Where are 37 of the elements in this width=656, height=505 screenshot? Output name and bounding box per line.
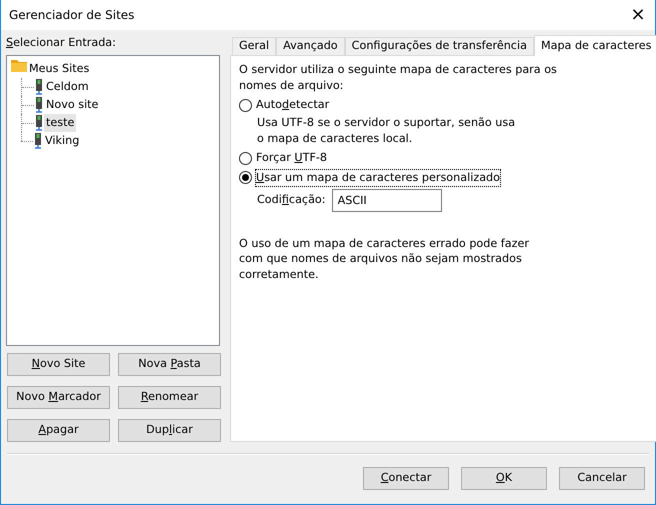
close-button[interactable]: × <box>621 0 655 30</box>
server-icon <box>34 97 44 114</box>
dialog-button[interactable]: Cancelar <box>559 467 645 490</box>
site-action-button[interactable]: Duplicar <box>118 419 221 442</box>
server-icon <box>34 79 44 96</box>
tree-item[interactable]: Viking <box>43 132 82 150</box>
tab[interactable]: Configurações de transferência <box>344 37 534 55</box>
option-label[interactable]: Usar um mapa de caracteres personalizado <box>256 170 500 186</box>
site-action-button[interactable]: Nova Pasta <box>118 353 221 376</box>
tab[interactable]: Avançado <box>276 37 345 55</box>
tree-item[interactable]: Meus Sites <box>27 60 92 78</box>
tab[interactable]: Geral <box>232 37 276 55</box>
site-action-button[interactable]: Novo Site <box>7 353 110 376</box>
site-action-button[interactable]: Novo Marcador <box>7 386 110 409</box>
server-icon <box>33 133 43 150</box>
option-label[interactable]: Autodetectar <box>256 97 330 114</box>
tree-item[interactable]: Celdom <box>44 78 91 96</box>
dialog-button[interactable]: Conectar <box>363 467 449 490</box>
radio-button[interactable] <box>239 171 252 184</box>
site-action-button[interactable]: Renomear <box>118 386 221 409</box>
site-action-button[interactable]: Apagar <box>7 419 110 442</box>
encoding-input-field[interactable]: ASCII <box>332 188 442 212</box>
server-icon <box>34 115 44 132</box>
encoding-label: Codificação: <box>257 192 326 208</box>
tree-label: Selecionar Entrada: <box>6 35 117 51</box>
radio-button[interactable] <box>239 98 252 112</box>
radio-button[interactable] <box>239 152 252 165</box>
tree-item[interactable]: Novo site <box>44 96 100 114</box>
warning-text: O uso de um mapa de caracteres errado pode fazer com que nomes de arquivos não sejam mostrados corretamente. <box>239 236 530 283</box>
folder-icon <box>11 58 27 72</box>
window-title: Gerenciador de Sites <box>9 7 134 24</box>
option-description: Usa UTF-8 se o servidor o suportar, senão usa o mapa de caracteres local. <box>256 115 516 146</box>
tree-item[interactable]: teste <box>44 114 76 132</box>
dialog-button[interactable]: OK <box>461 467 547 490</box>
intro-text: O servidor utiliza o seguinte mapa de caracteres para os nomes de arquivo: <box>239 62 558 94</box>
tab[interactable]: Mapa de caracteres <box>534 35 656 56</box>
option-label[interactable]: Forçar UTF-8 <box>256 150 328 166</box>
